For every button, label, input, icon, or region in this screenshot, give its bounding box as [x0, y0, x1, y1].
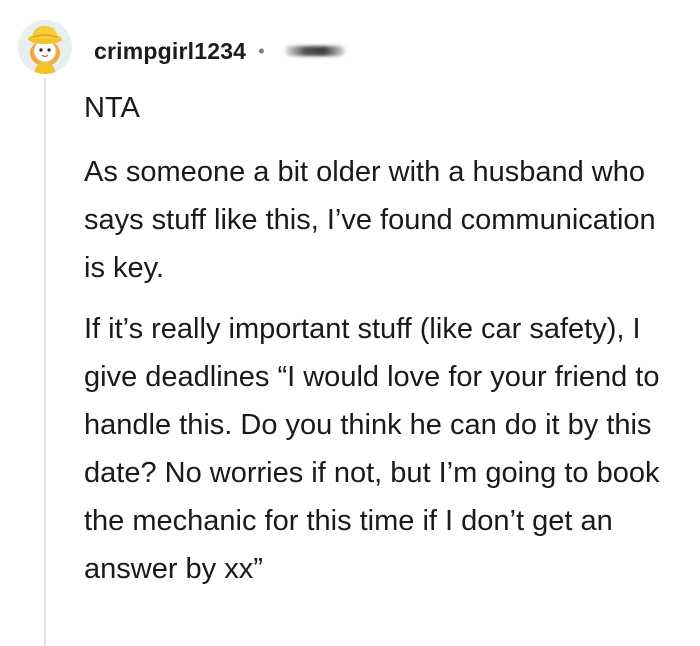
username[interactable]: crimpgirl1234 — [94, 38, 246, 65]
comment-header: crimpgirl1234 • — [94, 34, 345, 68]
comment-paragraph: If it’s really important stuff (like car… — [84, 313, 660, 585]
user-avatar-icon[interactable] — [18, 20, 72, 74]
comment-paragraph: As someone a bit older with a husband wh… — [84, 156, 656, 284]
comment-paragraph: NTA — [84, 92, 140, 124]
comment-body: NTA As someone a bit older with a husban… — [84, 84, 684, 606]
thread-line[interactable] — [44, 78, 46, 646]
blurred-timestamp — [284, 46, 345, 56]
comment-card: crimpgirl1234 • NTA As someone a bit old… — [0, 0, 700, 646]
separator-dot: • — [258, 41, 265, 61]
